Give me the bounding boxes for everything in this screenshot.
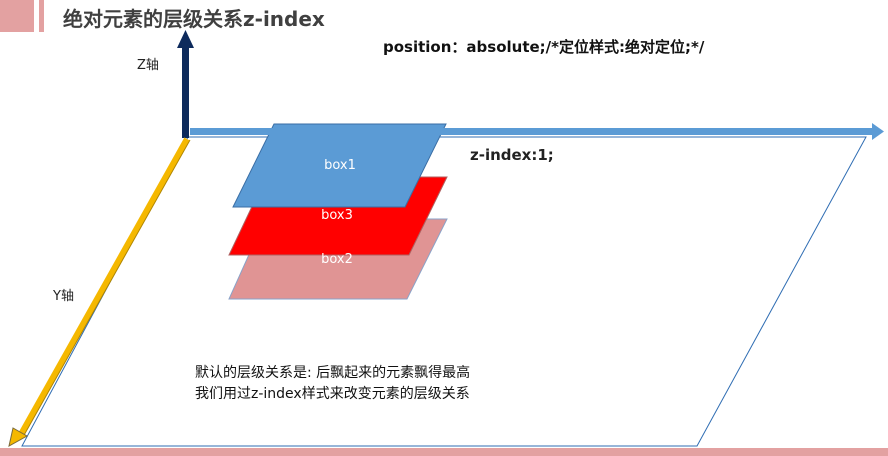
box3-label: box3 <box>321 208 353 223</box>
box1-label: box1 <box>324 158 356 173</box>
x-axis-arrowhead <box>872 123 884 140</box>
description-line-2: 我们用过z-index样式来改变元素的层级关系 <box>195 386 470 402</box>
bottom-accent-bar <box>0 448 888 456</box>
description-line-1: 默认的层级关系是: 后飘起来的元素飘得最高 <box>195 365 471 381</box>
z-axis-arrowhead <box>177 30 194 48</box>
box2-label: box2 <box>321 252 353 267</box>
zindex-code-note: z-index:1; <box>470 146 554 164</box>
x-axis-shaft <box>190 128 874 135</box>
y-axis-label: Y轴 <box>53 289 74 304</box>
description: 默认的层级关系是: 后飘起来的元素飘得最高 我们用过z-index样式来改变元素… <box>195 363 470 405</box>
y-axis-shaft <box>17 137 190 438</box>
z-axis-label: Z轴 <box>137 58 159 73</box>
z-axis-shaft <box>182 46 189 138</box>
y-axis-edge <box>22 139 191 438</box>
